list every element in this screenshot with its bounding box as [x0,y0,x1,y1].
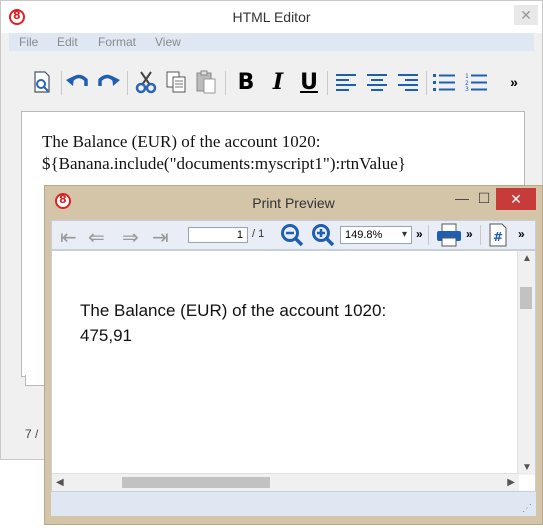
align-left-icon[interactable] [333,69,359,95]
paste-icon[interactable] [193,69,219,95]
vertical-scrollbar[interactable]: ▲ ▼ [517,251,535,475]
print-preview-icon[interactable] [29,69,55,95]
zoom-in-icon[interactable] [311,223,335,252]
page-number-settings-icon[interactable]: # [488,223,508,252]
zoom-out-icon[interactable] [280,223,304,252]
chevron-down-icon: ▾ [401,229,407,240]
scroll-up-icon[interactable]: ▲ [522,253,532,264]
print-preview-window: Print Preview — ☐ ✕ ⇤ ⇐ ⇒ ⇥ 1 / 1 149.8%… [44,185,543,525]
copy-icon[interactable] [163,69,189,95]
align-center-icon[interactable] [364,69,390,95]
zoom-select[interactable]: 149.8% ▾ [340,226,412,244]
svg-text:3: 3 [465,86,469,91]
toolbar-separator [225,71,226,95]
last-page-icon[interactable]: ⇥ [152,225,169,249]
content-line-1: The Balance (EUR) of the account 1020: [42,132,321,151]
horizontal-scrollbar[interactable]: ◀ ▶ [52,473,519,491]
toolbar-more-button[interactable]: » [416,227,423,241]
menu-view[interactable]: View [155,35,181,49]
zoom-value: 149.8% [345,229,383,241]
cut-icon[interactable] [133,69,159,95]
editor-status: 7 / [25,427,39,441]
page-total: / 1 [252,228,265,240]
first-page-icon[interactable]: ⇤ [60,225,77,249]
printer-icon[interactable] [436,223,462,252]
menu-format[interactable]: Format [98,35,136,49]
toolbar-separator [127,71,128,95]
minimize-button[interactable]: — [452,190,472,208]
editor-toolbar: B I U 123 » [9,63,534,107]
toolbar-separator [61,71,62,95]
toolbar-separator [327,71,328,95]
italic-button[interactable]: I [265,69,291,95]
scroll-down-icon[interactable]: ▼ [522,462,532,473]
redo-icon[interactable] [95,69,121,95]
preview-page-area[interactable]: The Balance (EUR) of the account 1020: 4… [51,250,536,492]
editor-close-button[interactable]: ✕ [514,5,538,25]
toolbar-separator [426,71,427,95]
content-line-2: ${Banana.include("documents:myscript1"):… [42,154,406,173]
align-right-icon[interactable] [395,69,421,95]
preview-line-2: 475,91 [80,326,132,345]
underline-button[interactable]: U [296,69,322,95]
menu-file[interactable]: File [19,35,38,49]
page-number-input[interactable]: 1 [188,227,248,243]
next-page-icon[interactable]: ⇒ [122,225,139,249]
preview-statusbar: ⋰ [51,492,536,516]
svg-text:1: 1 [465,73,469,80]
previous-page-icon[interactable]: ⇐ [88,225,105,249]
numbered-list-icon[interactable]: 123 [463,69,489,95]
scroll-left-icon[interactable]: ◀ [56,477,64,488]
toolbar-separator [480,225,481,245]
horizontal-scroll-thumb[interactable] [122,477,270,488]
toolbar-more-button-2[interactable]: » [466,227,473,241]
undo-icon[interactable] [65,69,91,95]
menu-edit[interactable]: Edit [57,35,78,49]
preview-titlebar: Print Preview — ☐ ✕ [45,186,542,216]
scroll-right-icon[interactable]: ▶ [507,477,515,488]
preview-line-1: The Balance (EUR) of the account 1020: [80,301,387,320]
editor-titlebar: HTML Editor ✕ [1,1,542,33]
toolbar-separator [428,225,429,245]
bullet-list-icon[interactable] [431,69,457,95]
editor-menubar: File Edit Format View [9,33,534,51]
preview-close-button[interactable]: ✕ [496,188,536,210]
editor-title: HTML Editor [232,9,311,25]
svg-text:#: # [493,230,503,244]
toolbar-more-button[interactable]: » [501,69,527,95]
maximize-button[interactable]: ☐ [474,190,494,208]
resize-grip-icon[interactable]: ⋰ [522,503,532,514]
vertical-scroll-thumb[interactable] [520,287,532,309]
preview-toolbar: ⇤ ⇐ ⇒ ⇥ 1 / 1 149.8% ▾ » » # » [51,220,536,250]
toolbar-more-button-3[interactable]: » [518,227,525,241]
bold-button[interactable]: B [233,69,259,95]
